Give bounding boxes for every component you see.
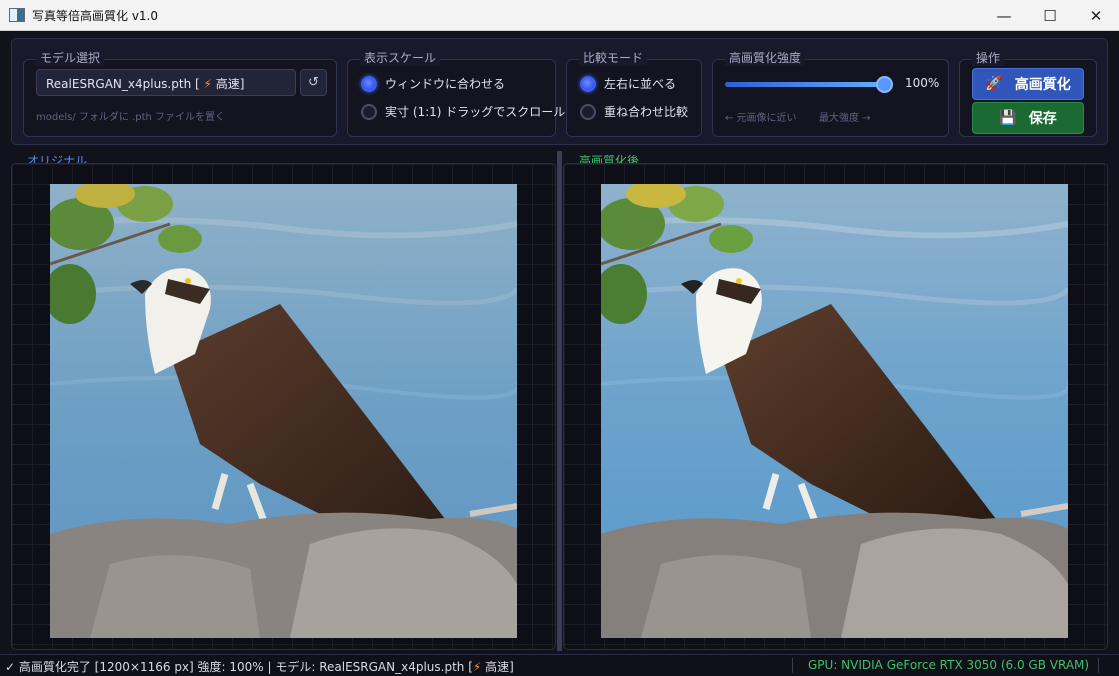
- strength-max-caption: 最大強度 →: [819, 113, 871, 124]
- compare-group-title: 比較モード: [579, 49, 648, 66]
- compare-option-overlay-label: 重ね合わせ比較: [604, 105, 689, 119]
- compare-option-overlay[interactable]: 重ね合わせ比較: [580, 103, 688, 120]
- control-panel: モデル選択 RealESRGAN_x4plus.pth [ ⚡ 高速] ↺ mo…: [11, 38, 1108, 145]
- scale-option-actual-label: 実寸 (1:1) ドラッグでスクロール: [385, 105, 566, 119]
- model-mode-open: [: [195, 77, 200, 91]
- panel-splitter[interactable]: [557, 151, 562, 651]
- strength-slider-handle[interactable]: [876, 76, 893, 93]
- window-title: 写真等倍高画質化 v1.0: [32, 9, 159, 23]
- model-mode-label: 高速]: [215, 77, 245, 91]
- save-button-label: 保存: [1028, 111, 1057, 127]
- status-bar: ✓ 高画質化完了 [1200×1166 px] 強度: 100% | モデル: …: [0, 654, 1119, 676]
- status-prefix: ✓ 高画質化完了 [1200×1166 px] 強度: 100% | モデル: …: [5, 660, 473, 674]
- enhance-button[interactable]: 🚀 高画質化: [972, 68, 1084, 100]
- strength-min-caption: ← 元画像に近い: [725, 113, 797, 124]
- status-divider: [792, 658, 793, 673]
- model-hint: models/ フォルダに .pth ファイルを置く: [36, 112, 226, 123]
- enhanced-image-panel[interactable]: [563, 163, 1108, 650]
- scale-option-fit[interactable]: ウィンドウに合わせる: [361, 75, 505, 92]
- model-group-title: モデル選択: [36, 49, 105, 66]
- status-divider-right: [1098, 658, 1099, 673]
- app-icon: [9, 8, 25, 22]
- scale-option-fit-label: ウィンドウに合わせる: [385, 77, 506, 91]
- original-image: [50, 184, 517, 638]
- reload-models-button[interactable]: ↺: [300, 69, 327, 96]
- radio-selected-icon: [361, 75, 377, 92]
- radio-unselected-icon: [580, 103, 596, 120]
- save-button[interactable]: 💾 保存: [972, 102, 1084, 134]
- rocket-icon: 🚀: [985, 76, 1003, 92]
- strength-value: 100%: [905, 76, 940, 90]
- scale-option-actual[interactable]: 実寸 (1:1) ドラッグでスクロール: [361, 103, 565, 120]
- compare-option-side-by-side[interactable]: 左右に並べる: [580, 75, 676, 92]
- status-message: ✓ 高画質化完了 [1200×1166 px] 強度: 100% | モデル: …: [5, 658, 514, 675]
- original-image-panel[interactable]: [11, 163, 556, 650]
- strength-group: 高画質化強度 100% ← 元画像に近い 最大強度 →: [712, 49, 949, 137]
- floppy-disk-icon: 💾: [999, 110, 1017, 126]
- enhance-button-label: 高画質化: [1014, 77, 1071, 93]
- model-select[interactable]: RealESRGAN_x4plus.pth [ ⚡ 高速]: [36, 69, 296, 96]
- title-bar: 写真等倍高画質化 v1.0 — ☐ ✕: [0, 0, 1119, 31]
- strength-slider-track[interactable]: [725, 82, 887, 87]
- enhanced-image: [601, 184, 1068, 638]
- operations-group-title: 操作: [972, 49, 1005, 66]
- bolt-icon: ⚡: [203, 77, 212, 91]
- close-button[interactable]: ✕: [1073, 0, 1119, 31]
- scale-group: 表示スケール ウィンドウに合わせる 実寸 (1:1) ドラッグでスクロール: [347, 49, 565, 137]
- compare-group: 比較モード 左右に並べる 重ね合わせ比較: [566, 49, 702, 137]
- gpu-info: GPU: NVIDIA GeForce RTX 3050 (6.0 GB VRA…: [808, 658, 1090, 672]
- model-name: RealESRGAN_x4plus.pth: [46, 77, 192, 91]
- radio-selected-icon: [580, 75, 596, 92]
- status-suffix: 高速]: [481, 660, 514, 674]
- maximize-button[interactable]: ☐: [1027, 0, 1073, 31]
- compare-option-side-label: 左右に並べる: [604, 77, 677, 91]
- refresh-icon: ↺: [308, 75, 319, 90]
- strength-group-title: 高画質化強度: [725, 49, 806, 66]
- model-group: モデル選択 RealESRGAN_x4plus.pth [ ⚡ 高速] ↺ mo…: [23, 49, 337, 137]
- scale-group-title: 表示スケール: [360, 49, 441, 66]
- radio-unselected-icon: [361, 103, 377, 120]
- operations-group: 操作 🚀 高画質化 💾 保存: [959, 49, 1097, 137]
- minimize-button[interactable]: —: [981, 0, 1027, 31]
